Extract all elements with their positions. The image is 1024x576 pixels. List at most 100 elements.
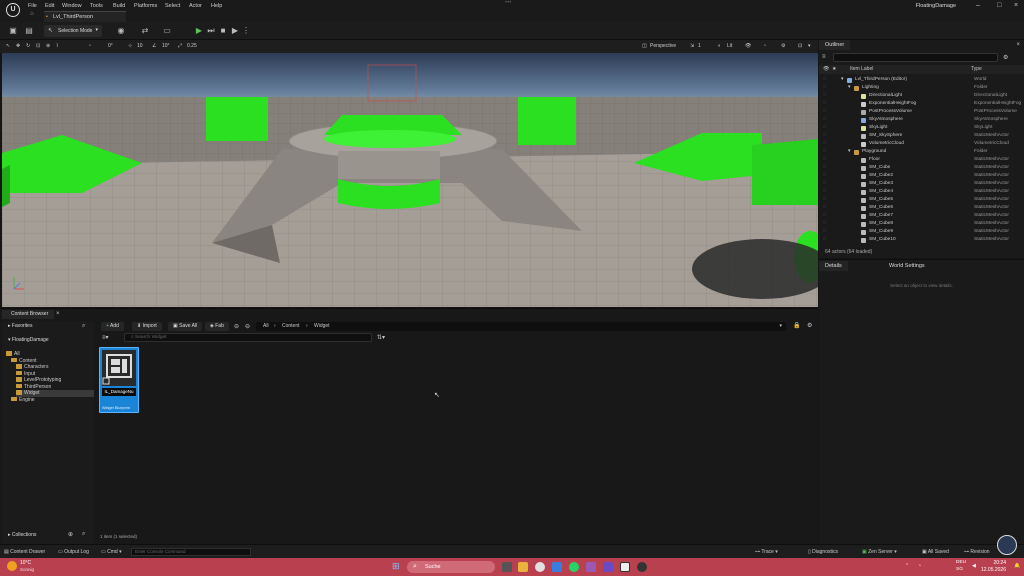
- grid-snap-icon[interactable]: ⊹: [128, 42, 132, 51]
- viewport-settings-icon[interactable]: ⚙: [781, 42, 785, 51]
- star-icon[interactable]: ★: [832, 65, 836, 74]
- cinematics-icon[interactable]: ▭: [162, 26, 172, 36]
- task-view-icon[interactable]: [502, 562, 512, 572]
- maximize-icon[interactable]: □: [997, 2, 1001, 9]
- import-button[interactable]: ⬇ Import: [132, 322, 162, 331]
- outliner-row[interactable]: ○ SM_Cube4 StaticMeshActor: [819, 188, 1024, 196]
- row-visibility-icon[interactable]: ○: [823, 100, 826, 108]
- output-log-button[interactable]: ▭ Output Log: [58, 548, 89, 556]
- collections-search-icon[interactable]: ⌕: [82, 531, 85, 538]
- outliner-row[interactable]: ○ ▾ Lvl_ThirdPerson (Editor) World: [819, 76, 1024, 84]
- outliner-row[interactable]: ○ SM_Cube3 StaticMeshActor: [819, 180, 1024, 188]
- expand-arrow-icon[interactable]: ▾: [848, 84, 850, 92]
- show-flags-icon[interactable]: 👁: [745, 42, 751, 51]
- camera-grid-icon[interactable]: ◔: [88, 42, 91, 51]
- level-tab[interactable]: ▪ Lvl_ThirdPerson: [44, 11, 126, 22]
- search-icon[interactable]: ⌕: [82, 323, 85, 330]
- camera-speed-icon[interactable]: ⇲: [690, 42, 694, 51]
- rotation-snap-icon[interactable]: ∠: [152, 42, 156, 51]
- transform-move-icon[interactable]: ✥: [16, 42, 20, 51]
- settings-icon[interactable]: ▤: [24, 26, 34, 36]
- favorites-section[interactable]: ▸ Favorites: [8, 323, 32, 330]
- scale-snap-icon[interactable]: ⤢: [178, 42, 182, 51]
- menu-tools[interactable]: Tools: [90, 3, 103, 9]
- outliner-row[interactable]: ○ SM_Cube6 StaticMeshActor: [819, 204, 1024, 212]
- menu-help[interactable]: Help: [211, 3, 222, 9]
- item-label-header[interactable]: Item Label: [850, 65, 873, 74]
- outliner-row[interactable]: ○ SM_SkySphere StaticMeshActor: [819, 132, 1024, 140]
- outliner-row[interactable]: ○ Floor StaticMeshActor: [819, 156, 1024, 164]
- add-filter-icon[interactable]: ≡: [822, 54, 826, 60]
- outliner-tab[interactable]: Outliner: [819, 40, 851, 50]
- notifications-icon[interactable]: 🔔: [1014, 563, 1020, 569]
- outliner-row[interactable]: ○ SM_Cube9 StaticMeshActor: [819, 228, 1024, 236]
- close-icon[interactable]: ×: [1014, 2, 1018, 9]
- row-visibility-icon[interactable]: ○: [823, 124, 826, 132]
- rider-icon[interactable]: [603, 562, 613, 572]
- obs-icon[interactable]: [637, 562, 647, 572]
- view-mode-dropdown[interactable]: Lit: [727, 42, 732, 51]
- stop-icon[interactable]: ■: [218, 26, 228, 36]
- console-command-input[interactable]: Enter Console Command: [131, 548, 251, 556]
- scale-snap-value[interactable]: 0.25: [187, 42, 197, 51]
- outliner-row[interactable]: ○ SM_Cube StaticMeshActor: [819, 164, 1024, 172]
- volume-icon[interactable]: ◀: [972, 563, 976, 569]
- edge-icon[interactable]: [552, 562, 562, 572]
- history-back-icon[interactable]: ⊖: [234, 323, 239, 330]
- camera-speed-value[interactable]: 1: [698, 42, 701, 51]
- type-header[interactable]: Type: [971, 65, 982, 74]
- row-visibility-icon[interactable]: ○: [823, 228, 826, 236]
- close-panel-icon[interactable]: ×: [1016, 42, 1020, 48]
- project-section[interactable]: ▾ FloatingDamage: [8, 337, 49, 344]
- row-visibility-icon[interactable]: ○: [823, 156, 826, 164]
- rotation-snap-value[interactable]: 10°: [162, 42, 170, 51]
- row-visibility-icon[interactable]: ○: [823, 236, 826, 244]
- outliner-row[interactable]: ○ PostProcessVolume PostProcessVolume: [819, 108, 1024, 116]
- asset-tile[interactable]: IL_DamageNu Widget Blueprint: [99, 347, 139, 413]
- whatsapp-icon[interactable]: [569, 562, 579, 572]
- row-visibility-icon[interactable]: ○: [823, 84, 826, 92]
- more-icon[interactable]: ⋮: [241, 26, 251, 36]
- collections-section[interactable]: ▸ Collections: [8, 532, 36, 539]
- row-visibility-icon[interactable]: ○: [823, 132, 826, 140]
- content-search-input[interactable]: ⌕ Search Widget: [124, 333, 372, 342]
- zen-server-button[interactable]: ▣ Zen Server ▾: [862, 548, 897, 556]
- row-visibility-icon[interactable]: ○: [823, 164, 826, 172]
- row-visibility-icon[interactable]: ○: [823, 204, 826, 212]
- history-forward-icon[interactable]: ⊖: [245, 323, 250, 330]
- outliner-row[interactable]: ○ ▾ Lighting Folder: [819, 84, 1024, 92]
- outliner-row[interactable]: ○ ExponentialHeightFog ExponentialHeightFo…: [819, 100, 1024, 108]
- row-visibility-icon[interactable]: ○: [823, 220, 826, 228]
- filter-icon[interactable]: ≡▾: [102, 334, 109, 341]
- transform-rotate-icon[interactable]: ↻: [26, 42, 30, 51]
- revision-control-button[interactable]: ⊶ Revision: [964, 548, 990, 556]
- menu-file[interactable]: File: [28, 3, 37, 9]
- home-icon[interactable]: ⌂: [30, 11, 34, 17]
- fab-button[interactable]: ◈ Fab: [205, 322, 229, 331]
- minimize-icon[interactable]: –: [976, 2, 980, 9]
- selection-mode-dropdown[interactable]: ↖ Selection Mode ▾: [44, 25, 102, 37]
- outliner-row[interactable]: ○ VolumetricCloud VolumetricCloud: [819, 140, 1024, 148]
- add-collection-icon[interactable]: ⊕: [68, 531, 73, 538]
- outliner-row[interactable]: ○ SM_Cube8 StaticMeshActor: [819, 220, 1024, 228]
- taskbar-search[interactable]: ⌕ Suche: [407, 561, 495, 573]
- outliner-row[interactable]: ○ SM_Cube5 StaticMeshActor: [819, 196, 1024, 204]
- breadcrumb-all[interactable]: All: [263, 322, 269, 331]
- cb-settings-icon[interactable]: ⚙: [807, 322, 812, 329]
- menu-actor[interactable]: Actor: [189, 3, 202, 9]
- step-icon[interactable]: ⏭: [206, 26, 216, 36]
- outliner-settings-icon[interactable]: ⚙: [1003, 54, 1008, 61]
- viewport-options-icon[interactable]: ▾: [808, 42, 811, 51]
- expand-arrow-icon[interactable]: ▾: [848, 148, 850, 156]
- menu-platforms[interactable]: Platforms: [134, 3, 157, 9]
- row-visibility-icon[interactable]: ○: [823, 212, 826, 220]
- transform-select-icon[interactable]: ↖: [6, 42, 10, 51]
- menu-edit[interactable]: Edit: [45, 3, 54, 9]
- outliner-row[interactable]: ○ DirectionalLight DirectionalLight: [819, 92, 1024, 100]
- trace-button[interactable]: ⊶ Trace ▾: [755, 548, 778, 556]
- play-icon[interactable]: ▶: [194, 26, 204, 36]
- content-drawer-button[interactable]: ▤ Content Drawer: [4, 548, 45, 556]
- sort-icon[interactable]: ⇅▾: [377, 334, 385, 341]
- world-settings-tab[interactable]: World Settings: [883, 261, 931, 271]
- add-actor-icon[interactable]: ◉: [116, 26, 126, 36]
